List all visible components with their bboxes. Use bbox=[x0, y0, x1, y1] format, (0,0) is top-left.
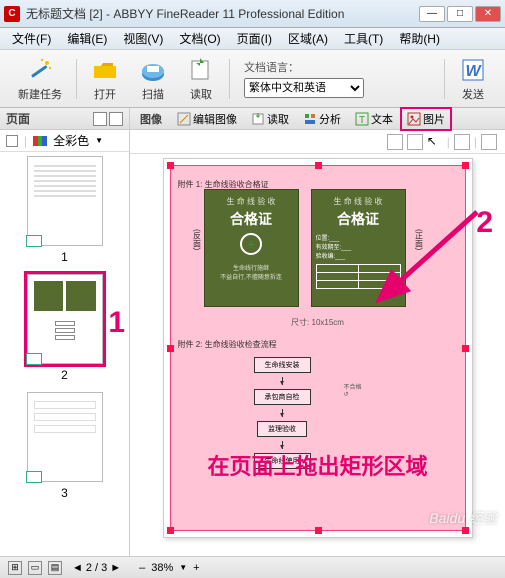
read-icon bbox=[187, 56, 215, 84]
panel-tool-2[interactable] bbox=[109, 112, 123, 126]
scanner-icon bbox=[139, 56, 167, 84]
annotation-2: 2 bbox=[476, 206, 493, 240]
zoom-in[interactable]: + bbox=[193, 562, 199, 574]
lang-select[interactable]: 繁体中文和英语 bbox=[244, 78, 364, 98]
pages-panel-title: 页面 bbox=[6, 110, 30, 127]
certificate-front: 生 命 线 验 收 合格证 + 生命线行施继不益自行,不擅随意拆连 bbox=[204, 189, 299, 307]
menu-page[interactable]: 页面(I) bbox=[231, 28, 278, 49]
analyze-button[interactable]: 分析 bbox=[298, 109, 346, 129]
tool-select[interactable] bbox=[407, 134, 423, 150]
wand-icon bbox=[26, 56, 54, 84]
image-panel: 图像 编辑图像 读取 分析 T文本 图片 ↖ | | bbox=[130, 108, 505, 556]
plus-icon: + bbox=[240, 233, 262, 255]
folder-icon bbox=[91, 56, 119, 84]
new-task-button[interactable]: 新建任务 bbox=[8, 54, 72, 104]
read-button[interactable]: 读取 bbox=[177, 54, 225, 104]
pages-panel: 页面 | 全彩色 ▼ 1 2 3 bbox=[0, 108, 130, 556]
menu-edit[interactable]: 编辑(E) bbox=[61, 28, 113, 49]
maximize-button[interactable]: □ bbox=[447, 6, 473, 22]
page-prev[interactable]: ◄ bbox=[72, 562, 83, 574]
resize-handle-s[interactable] bbox=[315, 527, 322, 534]
menu-help[interactable]: 帮助(H) bbox=[393, 28, 446, 49]
svg-text:W: W bbox=[465, 63, 482, 80]
lang-label: 文档语言： bbox=[244, 59, 364, 75]
view-mode-2[interactable]: ▭ bbox=[28, 561, 42, 575]
new-task-label: 新建任务 bbox=[18, 86, 62, 102]
panel-tool-1[interactable] bbox=[93, 112, 107, 126]
thumb-num: 1 bbox=[27, 250, 103, 264]
menu-view[interactable]: 视图(V) bbox=[117, 28, 169, 49]
svg-text:T: T bbox=[359, 115, 365, 126]
text-region-button[interactable]: T文本 bbox=[350, 109, 398, 129]
resize-handle-w[interactable] bbox=[167, 345, 174, 352]
watermark: Baidu 经验 bbox=[429, 508, 497, 528]
color-mode-label[interactable]: 全彩色 bbox=[53, 132, 89, 149]
tool-more[interactable] bbox=[481, 134, 497, 150]
select-all-pages[interactable] bbox=[6, 135, 18, 147]
annotation-1: 1 bbox=[108, 306, 125, 340]
color-mode-icon bbox=[33, 136, 47, 146]
page-thumbnail-1[interactable]: 1 bbox=[27, 156, 103, 264]
menu-file[interactable]: 文件(F) bbox=[6, 28, 57, 49]
view-mode-1[interactable]: ⊞ bbox=[8, 561, 22, 575]
size-label: 尺寸: 10x15cm bbox=[291, 317, 344, 328]
resize-handle-ne[interactable] bbox=[462, 162, 469, 169]
zoom-level[interactable]: 38% bbox=[151, 562, 173, 574]
tool-crop[interactable] bbox=[387, 134, 403, 150]
send-button[interactable]: W 发送 bbox=[449, 54, 497, 104]
view-mode-3[interactable]: ▤ bbox=[48, 561, 62, 575]
resize-handle-nw[interactable] bbox=[167, 162, 174, 169]
picture-region-button[interactable]: 图片 bbox=[402, 109, 450, 129]
tool-eraser[interactable] bbox=[454, 134, 470, 150]
menu-tools[interactable]: 工具(T) bbox=[338, 28, 389, 49]
page-view[interactable]: 附件 1: 生命线验收合格证 (反面) (正面) 生 命 线 验 收 合格证 +… bbox=[163, 158, 473, 538]
resize-handle-sw[interactable] bbox=[167, 527, 174, 534]
vert-right: (正面) bbox=[414, 229, 425, 250]
page-total: 3 bbox=[101, 562, 107, 574]
scan-label: 扫描 bbox=[142, 86, 164, 102]
resize-handle-se[interactable] bbox=[462, 527, 469, 534]
page-thumbnail-3[interactable]: 3 bbox=[27, 392, 103, 500]
menu-document[interactable]: 文档(O) bbox=[173, 28, 226, 49]
menubar: 文件(F) 编辑(E) 视图(V) 文档(O) 页面(I) 区域(A) 工具(T… bbox=[0, 28, 505, 50]
word-icon: W bbox=[459, 56, 487, 84]
resize-handle-n[interactable] bbox=[315, 162, 322, 169]
tool-pointer[interactable]: ↖ bbox=[427, 134, 443, 150]
menu-region[interactable]: 区域(A) bbox=[282, 28, 334, 49]
window-title: 无标题文档 [2] - ABBYY FineReader 11 Professi… bbox=[26, 5, 344, 22]
thumb-num: 3 bbox=[27, 486, 103, 500]
resize-handle-e[interactable] bbox=[462, 345, 469, 352]
image-panel-title: 图像 bbox=[134, 111, 168, 127]
close-button[interactable]: ✕ bbox=[475, 6, 501, 22]
vert-left: (反面) bbox=[192, 229, 203, 250]
edit-image-button[interactable]: 编辑图像 bbox=[172, 109, 242, 129]
open-button[interactable]: 打开 bbox=[81, 54, 129, 104]
caption-2: 附件 2: 生命线验收检查流程 bbox=[178, 339, 277, 350]
page-thumbnail-2[interactable]: 2 bbox=[27, 274, 103, 382]
instruction-overlay: 在页面上拖出矩形区域 bbox=[207, 449, 427, 481]
page-current: 2 bbox=[86, 562, 92, 574]
open-label: 打开 bbox=[94, 86, 116, 102]
minimize-button[interactable]: — bbox=[419, 6, 445, 22]
send-label: 发送 bbox=[462, 86, 484, 102]
certificate-back: 生 命 线 验 收 合格证 位置:___有效期至:___验收编:___ bbox=[311, 189, 406, 307]
scan-button[interactable]: 扫描 bbox=[129, 54, 177, 104]
read-button-small[interactable]: 读取 bbox=[246, 109, 294, 129]
zoom-out[interactable]: – bbox=[139, 562, 145, 574]
app-icon: C bbox=[4, 6, 20, 22]
page-next[interactable]: ► bbox=[110, 562, 121, 574]
thumb-num: 2 bbox=[27, 368, 103, 382]
read-label: 读取 bbox=[190, 86, 212, 102]
page-sep: / bbox=[95, 562, 98, 574]
